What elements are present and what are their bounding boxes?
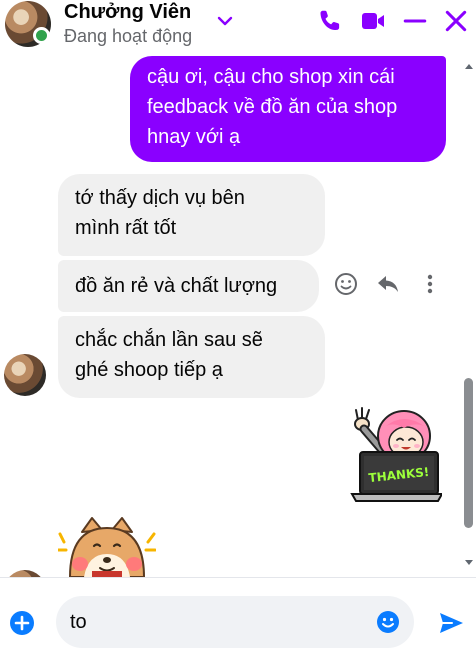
contact-message-avatar[interactable] xyxy=(4,354,46,396)
reply-icon[interactable] xyxy=(375,270,401,298)
online-status-dot xyxy=(33,27,50,44)
message-line: tớ thấy dịch vụ bên xyxy=(75,187,245,209)
message-line: đồ ăn rẻ và chất lượng xyxy=(75,275,278,297)
message-line: ghé shoop tiếp ạ xyxy=(75,359,223,381)
phone-icon[interactable] xyxy=(318,8,344,34)
send-icon[interactable] xyxy=(437,609,465,637)
message-line: cậu ơi, cậu cho shop xin cái xyxy=(147,66,395,88)
scrollbar-thumb[interactable] xyxy=(464,378,473,528)
incoming-message[interactable]: tớ thấy dịch vụ bên mình rất tốt xyxy=(58,174,325,256)
outgoing-message[interactable]: cậu ơi, cậu cho shop xin cái feedback về… xyxy=(130,56,446,162)
composer-divider xyxy=(0,577,476,578)
shiba-dog-sticker[interactable] xyxy=(58,516,156,577)
incoming-message-hovered[interactable]: đồ ăn rẻ và chất lượng xyxy=(58,260,319,312)
message-input[interactable] xyxy=(56,596,414,648)
minimize-icon[interactable] xyxy=(402,8,428,34)
incoming-message[interactable]: chắc chắn lần sau sẽ ghé shoop tiếp ạ xyxy=(58,316,325,398)
message-input-value[interactable]: to xyxy=(70,611,87,634)
contact-name[interactable]: Chưởng Viên xyxy=(64,1,191,24)
close-icon[interactable] xyxy=(443,8,469,34)
message-line: hnay với ạ xyxy=(147,126,241,148)
more-icon[interactable] xyxy=(417,270,443,298)
video-icon[interactable] xyxy=(360,8,386,34)
scroll-up-arrow-icon[interactable] xyxy=(463,61,475,73)
emoji-icon[interactable] xyxy=(376,610,400,634)
react-icon[interactable] xyxy=(333,270,359,298)
scroll-down-arrow-icon[interactable] xyxy=(463,556,475,568)
message-line: mình rất tốt xyxy=(75,217,177,239)
chevron-down-icon[interactable] xyxy=(216,12,234,30)
chat-header: Chưởng Viên Đang hoạt động xyxy=(0,0,476,48)
thanks-girl-laptop-sticker[interactable]: THANKS! xyxy=(348,406,442,504)
plus-circle-icon[interactable] xyxy=(9,610,35,636)
message-line: feedback về đồ ăn của shop xyxy=(147,96,398,118)
message-line: chắc chắn lần sau sẽ xyxy=(75,329,263,351)
contact-status: Đang hoạt động xyxy=(64,26,193,46)
